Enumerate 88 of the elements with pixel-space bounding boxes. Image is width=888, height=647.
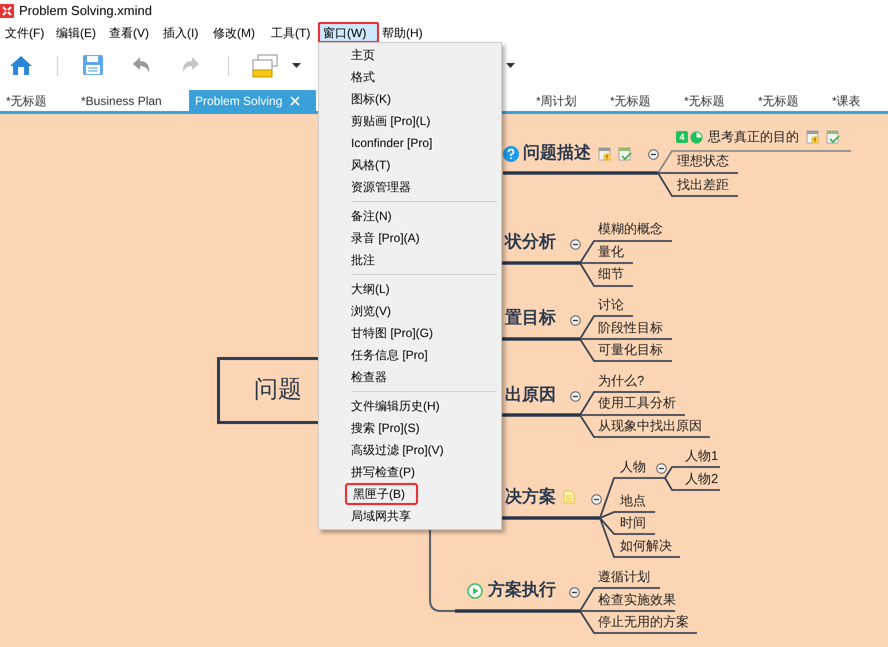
subtopic[interactable]: 检查实施效果 <box>598 590 676 610</box>
collapse-icon[interactable] <box>569 587 580 598</box>
caret-icon[interactable] <box>506 63 515 68</box>
subtopic[interactable]: 细节 <box>598 264 624 284</box>
menu-item[interactable]: 任务信息 [Pro] <box>345 344 434 366</box>
menu-item[interactable]: 剪贴画 [Pro](L) <box>345 110 436 132</box>
menu-item[interactable]: 窗口(W) <box>318 22 379 43</box>
menu-item[interactable]: 资源管理器 <box>345 176 417 198</box>
subtopic[interactable]: 人物2 <box>685 469 718 489</box>
menu-item[interactable]: 大纲(L) <box>345 278 396 300</box>
window-title: Problem Solving.xmind <box>19 2 152 20</box>
document-tab[interactable]: *无标题 <box>604 90 678 111</box>
subtopic[interactable]: 遵循计划 <box>598 567 650 587</box>
home-icon[interactable] <box>9 54 33 76</box>
menu-item[interactable]: 主页 <box>345 44 381 66</box>
calendar-warning-icon <box>598 146 612 162</box>
save-icon[interactable] <box>82 54 104 76</box>
collapse-icon[interactable] <box>570 239 581 250</box>
subtopic[interactable]: 如何解决 <box>620 536 672 556</box>
document-tab[interactable]: *无标题 <box>752 90 826 111</box>
subtopic[interactable]: 讨论 <box>598 295 624 315</box>
subtopic[interactable]: 量化 <box>598 242 624 262</box>
menu-item[interactable]: 修改(M) <box>210 22 268 43</box>
menu-item[interactable]: 工具(T) <box>268 22 318 43</box>
subtopic[interactable]: 为什么? <box>598 371 644 391</box>
menu-item[interactable]: 文件(F) <box>2 22 53 43</box>
subtopic[interactable]: 使用工具分析 <box>598 393 676 413</box>
menu-item[interactable]: 局域网共享 <box>345 505 417 527</box>
menu-item[interactable]: 拼写检查(P) <box>345 461 421 483</box>
note-icon <box>563 490 575 504</box>
play-icon <box>467 583 483 599</box>
document-tab[interactable]: *课表 <box>826 90 886 111</box>
layout-icon[interactable] <box>252 53 278 79</box>
subtopic[interactable]: 理想状态 <box>677 151 729 171</box>
menu-item[interactable]: 浏览(V) <box>345 300 397 322</box>
menu-item[interactable]: 风格(T) <box>345 154 396 176</box>
close-icon[interactable] <box>290 96 300 106</box>
menu-item[interactable]: 检查器 <box>345 366 393 388</box>
calendar-warning-icon <box>806 130 820 144</box>
menu-item[interactable]: 黑匣子(B) <box>345 483 418 505</box>
central-topic-text: 问题 <box>254 375 302 405</box>
branch-topic[interactable]: 状分析 <box>505 232 556 252</box>
menu-item[interactable]: 高级过滤 [Pro](V) <box>345 439 450 461</box>
menu-item[interactable]: 甘特图 [Pro](G) <box>345 322 440 344</box>
branch-topic[interactable]: 方案执行 <box>488 580 556 600</box>
subtopic[interactable]: 模糊的概念 <box>598 219 663 239</box>
help-icon <box>503 146 519 162</box>
subtopic[interactable]: 思考真正的目的 <box>708 127 799 147</box>
task-check-icon <box>618 147 632 161</box>
document-tab[interactable]: *无标题 <box>678 90 752 111</box>
subtopic[interactable]: 人物 <box>620 457 646 477</box>
collapse-icon[interactable] <box>648 149 659 160</box>
branch-topic[interactable]: 置目标 <box>505 308 556 328</box>
menu-item[interactable]: Iconfinder [Pro] <box>345 132 438 154</box>
collapse-icon[interactable] <box>591 494 602 505</box>
menu-item[interactable]: 录音 [Pro](A) <box>345 227 426 249</box>
subtopic[interactable]: 人物1 <box>685 446 718 466</box>
menu-item[interactable]: 搜索 [Pro](S) <box>345 417 426 439</box>
collapse-icon[interactable] <box>570 315 581 326</box>
subtopic[interactable]: 阶段性目标 <box>598 318 663 338</box>
task-check-icon <box>826 130 840 144</box>
menu-item[interactable]: 编辑(E) <box>53 22 106 43</box>
document-tab[interactable]: *无标题 <box>0 90 75 111</box>
menu-item[interactable]: 批注 <box>345 249 381 271</box>
branch-topic[interactable]: 决方案 <box>505 487 556 507</box>
menu-item[interactable]: 备注(N) <box>345 205 398 227</box>
menu-item[interactable]: 格式 <box>345 66 381 88</box>
subtopic[interactable]: 可量化目标 <box>598 340 663 360</box>
progress-pie-icon <box>690 130 703 144</box>
document-tab[interactable]: *周计划 <box>530 90 604 111</box>
subtopic[interactable]: 地点 <box>620 491 646 511</box>
subtopic[interactable]: 从现象中找出原因 <box>598 416 702 436</box>
priority-badge: 4 <box>676 131 688 143</box>
menu-item[interactable]: 插入(I) <box>160 22 210 43</box>
menu-item[interactable]: 帮助(H) <box>379 22 429 43</box>
branch-topic[interactable]: 问题描述 <box>523 143 591 163</box>
subtopic[interactable]: 时间 <box>620 513 646 533</box>
document-tab[interactable]: *Business Plan <box>75 90 189 111</box>
menu-item[interactable]: 查看(V) <box>106 22 160 43</box>
collapse-icon[interactable] <box>570 391 581 402</box>
caret-icon[interactable] <box>292 63 301 68</box>
subtopic[interactable]: 找出差距 <box>677 175 729 195</box>
branch-topic[interactable]: 出原因 <box>505 385 556 405</box>
undo-icon[interactable] <box>132 55 152 75</box>
menu-item[interactable]: 图标(K) <box>345 88 397 110</box>
collapse-icon[interactable] <box>656 463 667 474</box>
subtopic[interactable]: 停止无用的方案 <box>598 612 689 632</box>
menu-item[interactable]: 文件编辑历史(H) <box>345 395 446 417</box>
